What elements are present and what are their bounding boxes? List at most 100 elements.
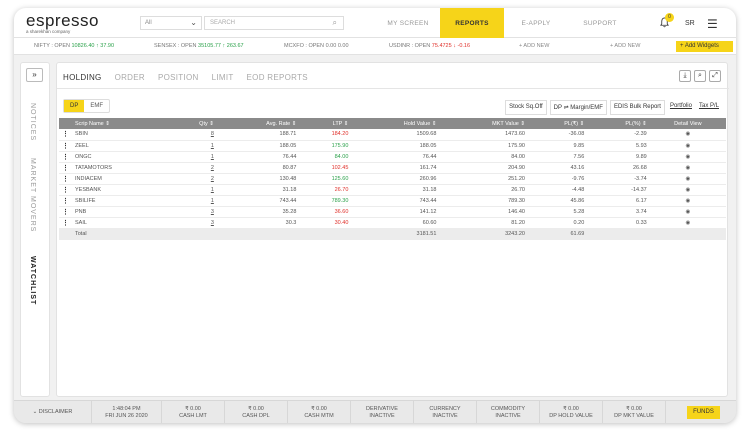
- search-icon[interactable]: ⌕: [694, 70, 706, 82]
- col-ltp[interactable]: LTP ⇕: [299, 118, 351, 129]
- cell-scrip[interactable]: TATAMOTORS: [72, 162, 170, 173]
- cell-qty[interactable]: 2: [170, 162, 217, 173]
- table-row[interactable]: ⋮ TATAMOTORS 2 80.87 102.45 161.74 204.90 43.16…: [59, 162, 726, 173]
- col-scrip-name[interactable]: Scrip Name ⇕: [72, 118, 170, 129]
- cell-scrip[interactable]: INDIACEM: [72, 173, 170, 184]
- col-qty[interactable]: Qty ⇕: [170, 118, 217, 129]
- cell-qty[interactable]: 3: [170, 217, 217, 228]
- cell-qty[interactable]: 2: [170, 173, 217, 184]
- eye-icon[interactable]: ◉: [650, 173, 726, 184]
- bell-icon[interactable]: 0: [659, 13, 674, 31]
- row-menu-icon[interactable]: ⋮: [59, 173, 72, 184]
- eye-icon[interactable]: ◉: [650, 151, 726, 162]
- cell-scrip[interactable]: SBIN: [72, 129, 170, 140]
- segment-emf[interactable]: EMF: [84, 100, 109, 112]
- brand-logo[interactable]: espresso: [26, 11, 99, 31]
- cell-qty[interactable]: 3: [170, 206, 217, 217]
- col-hold-value[interactable]: Hold Value ⇕: [351, 118, 439, 129]
- nav-support[interactable]: SUPPORT: [568, 8, 632, 38]
- nav-e-apply[interactable]: E-APPLY: [504, 8, 568, 38]
- eye-icon[interactable]: ◉: [650, 195, 726, 206]
- tab-order[interactable]: ORDER: [115, 73, 145, 82]
- col-mkt-value[interactable]: MKT Value ⇕: [439, 118, 528, 129]
- table-row[interactable]: ⋮ ZEEL 1 188.05 175.90 188.05 175.90 9.85 5.93 ◉: [59, 140, 726, 151]
- col-pl-pct[interactable]: PL(%) ⇕: [587, 118, 649, 129]
- tab-position[interactable]: POSITION: [158, 73, 199, 82]
- nav-reports[interactable]: REPORTS: [440, 8, 504, 38]
- cell-scrip[interactable]: ZEEL: [72, 140, 170, 151]
- table-row[interactable]: ⋮ YESBANK 1 31.18 26.70 31.18 26.70 -4.48 -14.37…: [59, 184, 726, 195]
- cell-scrip[interactable]: SAIL: [72, 217, 170, 228]
- table-row[interactable]: ⋮ SAIL 3 30.3 30.40 60.60 81.20 0.20 0.33 ◉: [59, 217, 726, 228]
- tab-eod-reports[interactable]: EOD REPORTS: [247, 73, 308, 82]
- table-row[interactable]: ⋮ INDIACEM 2 130.48 125.60 260.96 251.20 -9.76 -…: [59, 173, 726, 184]
- cell-qty[interactable]: 1: [170, 195, 217, 206]
- eye-icon[interactable]: ◉: [650, 140, 726, 151]
- table-row[interactable]: ⋮ SBILIFE 1 743.44 789.30 743.44 789.30 45.86 6.…: [59, 195, 726, 206]
- index-sensex[interactable]: SENSEX : OPEN 35105.77 ↑ 263.67: [154, 43, 244, 49]
- cell-mkt-value: 26.70: [511, 186, 525, 193]
- cell-qty[interactable]: 1: [170, 140, 217, 151]
- rail-item-watchlist[interactable]: WATCHLIST: [29, 256, 36, 305]
- expand-panel-icon[interactable]: »: [26, 68, 43, 82]
- tab-limit[interactable]: LIMIT: [212, 73, 234, 82]
- search-input[interactable]: SEARCH ⌕: [204, 16, 344, 30]
- add-new-index-button-2[interactable]: + ADD NEW: [610, 43, 640, 49]
- eye-icon[interactable]: ◉: [650, 162, 726, 173]
- cell-qty[interactable]: 1: [170, 151, 217, 162]
- index-usdinr[interactable]: USDINR : OPEN 75.4725 ↓ -0.16: [389, 43, 470, 49]
- table-row[interactable]: ⋮ ONGC 1 76.44 84.00 76.44 84.00 7.56 9.89 ◉: [59, 151, 726, 162]
- table-row[interactable]: ⋮ SBIN 8 188.71 184.20 1509.68 1473.60 -36.08 -2…: [59, 129, 726, 140]
- eye-icon[interactable]: ◉: [650, 184, 726, 195]
- expand-icon[interactable]: ⤢: [709, 70, 721, 82]
- row-menu-icon[interactable]: ⋮: [59, 195, 72, 206]
- brand-tagline: a sharekhan company: [26, 29, 71, 34]
- cell-pl-rs: 0.20: [573, 219, 585, 226]
- funds-button[interactable]: FUNDS: [687, 406, 720, 419]
- user-avatar[interactable]: SR: [685, 20, 695, 27]
- eye-icon[interactable]: ◉: [650, 206, 726, 217]
- segment-dp[interactable]: DP: [64, 100, 85, 112]
- table-row[interactable]: ⋮ PNB 3 35.28 36.60 141.12 146.40 5.28 3.74 ◉: [59, 206, 726, 217]
- row-menu-icon[interactable]: ⋮: [59, 162, 72, 173]
- row-menu-icon[interactable]: ⋮: [59, 184, 72, 195]
- eye-icon[interactable]: ◉: [650, 129, 726, 140]
- rail-item-market-movers[interactable]: MARKET MOVERS: [29, 158, 36, 232]
- disclaimer-toggle[interactable]: ⌄ DISCLAIMER: [14, 401, 92, 423]
- dp-margin-button[interactable]: DP ⇌ Margin/EMF: [549, 100, 607, 115]
- eye-icon[interactable]: ◉: [650, 217, 726, 228]
- cell-ltp: 30.40: [334, 219, 349, 226]
- tab-holding[interactable]: HOLDING: [63, 73, 102, 82]
- cell-scrip[interactable]: YESBANK: [72, 184, 170, 195]
- row-menu-icon[interactable]: ⋮: [59, 140, 72, 151]
- index-name: SENSEX : OPEN: [154, 43, 197, 49]
- row-menu-icon[interactable]: ⋮: [59, 217, 72, 228]
- exchange-selector[interactable]: All ⌄: [140, 16, 202, 30]
- cell-qty[interactable]: 1: [170, 184, 217, 195]
- cell-ltp: 125.60: [331, 175, 349, 182]
- index-value: 75.4725: [431, 43, 452, 49]
- nav-my-screen[interactable]: MY SCREEN: [376, 8, 440, 38]
- download-icon[interactable]: ⤓: [679, 70, 691, 82]
- edis-bulk-report-button[interactable]: EDIS Bulk Report: [609, 100, 665, 115]
- cell-ltp: 789.30: [331, 197, 349, 204]
- search-icon[interactable]: ⌕: [333, 18, 337, 28]
- cell-scrip[interactable]: ONGC: [72, 151, 170, 162]
- tax-pl-link[interactable]: Tax P/L: [697, 100, 721, 115]
- col-pl-rs[interactable]: PL(₹) ⇕: [528, 118, 587, 129]
- index-nifty[interactable]: NIFTY : OPEN 10826.40 ↑ 37.90: [34, 43, 114, 49]
- portfolio-link[interactable]: Portfolio: [668, 100, 694, 115]
- cell-scrip[interactable]: PNB: [72, 206, 170, 217]
- cell-scrip[interactable]: SBILIFE: [72, 195, 170, 206]
- cell-qty[interactable]: 8: [170, 129, 217, 140]
- add-new-index-button[interactable]: + ADD NEW: [519, 43, 549, 49]
- row-menu-icon[interactable]: ⋮: [59, 129, 72, 140]
- rail-item-notices[interactable]: NOTICES: [29, 103, 36, 141]
- stock-sqoff-button[interactable]: Stock Sq.Off: [505, 100, 547, 115]
- row-menu-icon[interactable]: ⋮: [59, 206, 72, 217]
- add-widgets-button[interactable]: + Add Widgets: [676, 41, 733, 52]
- row-menu-icon[interactable]: ⋮: [59, 151, 72, 162]
- hamburger-menu-icon[interactable]: ☰: [707, 17, 718, 31]
- index-mcxfo[interactable]: MCXFO : OPEN 0.00 0.00: [284, 43, 349, 49]
- col-avg-rate[interactable]: Avg. Rate ⇕: [217, 118, 300, 129]
